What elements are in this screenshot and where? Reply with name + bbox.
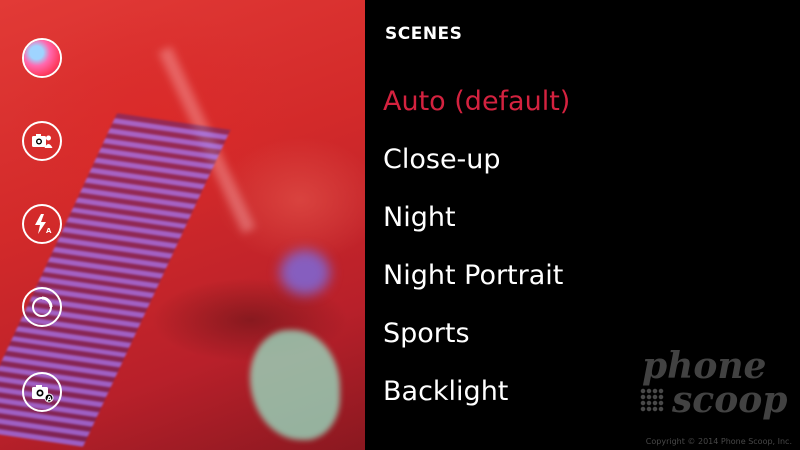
scene-option-backlight[interactable]: Backlight bbox=[383, 376, 508, 408]
watermark-line2: scoop bbox=[672, 379, 788, 421]
svg-text:A: A bbox=[46, 227, 52, 235]
scene-option-auto[interactable]: Auto (default) bbox=[383, 86, 570, 118]
flash-auto-icon: A bbox=[35, 214, 52, 235]
scene-option-close-up[interactable]: Close-up bbox=[383, 144, 501, 176]
menu-title: SCENES bbox=[385, 24, 463, 44]
flash-auto-button[interactable]: A bbox=[22, 204, 62, 244]
camera-viewfinder[interactable]: A A bbox=[0, 0, 365, 450]
scenes-menu: SCENES Auto (default) Close-up Night Nig… bbox=[365, 0, 800, 450]
copyright-text: Copyright © 2014 Phone Scoop, Inc. bbox=[645, 437, 792, 446]
watermark-dots-icon bbox=[640, 388, 664, 412]
scene-option-night-portrait[interactable]: Night Portrait bbox=[383, 260, 563, 292]
photo-thumbnail-icon bbox=[24, 40, 60, 76]
camera-mode-button[interactable]: A bbox=[22, 372, 62, 412]
exposure-dial-icon bbox=[32, 296, 53, 317]
gallery-thumbnail[interactable] bbox=[22, 38, 62, 78]
camera-auto-icon: A bbox=[32, 385, 54, 403]
svg-text:A: A bbox=[47, 395, 53, 403]
exposure-button[interactable] bbox=[22, 287, 62, 327]
scene-option-sports[interactable]: Sports bbox=[383, 318, 470, 350]
viewfinder-green-blob bbox=[250, 330, 340, 440]
camera-person-icon bbox=[32, 134, 53, 148]
scene-option-night[interactable]: Night bbox=[383, 202, 456, 234]
viewfinder-blue-blob bbox=[280, 250, 330, 295]
camera-lenses-button[interactable] bbox=[22, 121, 62, 161]
phonescoop-watermark: phone scoop bbox=[638, 348, 788, 426]
